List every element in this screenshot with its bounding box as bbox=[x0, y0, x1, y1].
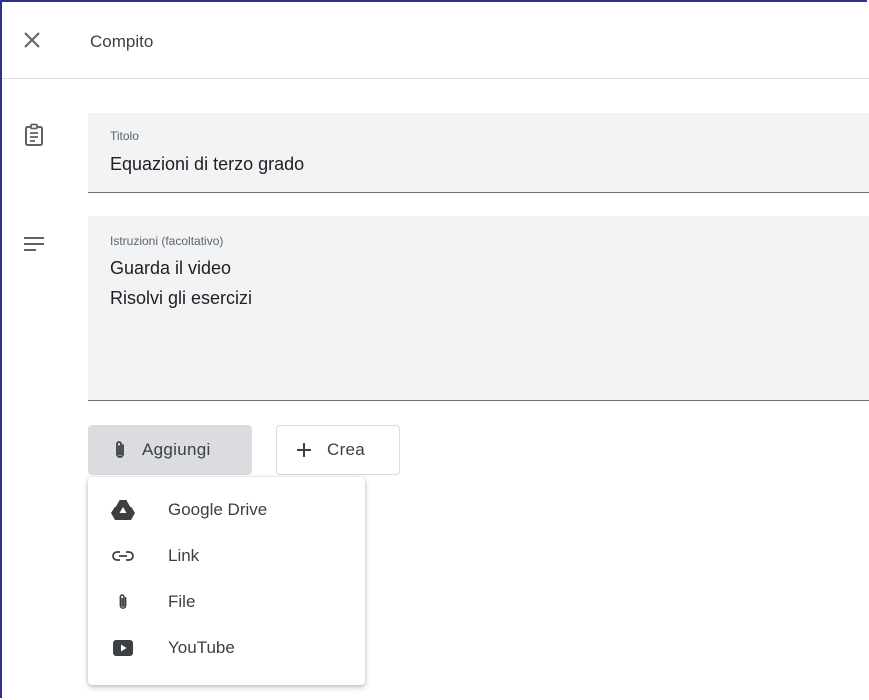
youtube-icon bbox=[110, 635, 136, 661]
menu-item-label: File bbox=[168, 592, 196, 611]
create-button[interactable]: Crea bbox=[276, 425, 400, 475]
add-attachment-button[interactable]: Aggiungi bbox=[88, 425, 252, 475]
notes-icon bbox=[24, 237, 44, 251]
instructions-field[interactable]: Istruzioni (facoltativo) Guarda il video… bbox=[88, 216, 869, 401]
title-field-label: Titolo bbox=[110, 129, 139, 143]
assignment-icon bbox=[25, 123, 43, 146]
add-menu: Google Drive Link File YouTube bbox=[88, 477, 365, 685]
paperclip-icon bbox=[116, 441, 124, 458]
title-field-value: Equazioni di terzo grado bbox=[110, 154, 305, 174]
menu-item-google-drive[interactable]: Google Drive bbox=[88, 488, 365, 532]
close-icon bbox=[24, 32, 40, 48]
plus-icon bbox=[297, 443, 311, 457]
title-field[interactable]: Titolo Equazioni di terzo grado bbox=[88, 113, 869, 193]
menu-item-label: Google Drive bbox=[168, 500, 268, 519]
instructions-field-label: Istruzioni (facoltativo) bbox=[110, 234, 224, 248]
menu-item-link[interactable]: Link bbox=[88, 534, 365, 578]
close-button[interactable] bbox=[18, 26, 46, 54]
menu-item-label: Link bbox=[168, 546, 200, 565]
create-label: Crea bbox=[327, 440, 366, 459]
menu-item-youtube[interactable]: YouTube bbox=[88, 626, 365, 670]
top-bar: Compito bbox=[2, 2, 869, 79]
paperclip-icon bbox=[110, 589, 136, 615]
add-attachment-label: Aggiungi bbox=[142, 440, 211, 459]
instructions-field-value: Guarda il video Risolvi gli esercizi bbox=[110, 258, 253, 308]
menu-item-label: YouTube bbox=[168, 638, 235, 657]
link-icon bbox=[110, 543, 136, 569]
menu-item-file[interactable]: File bbox=[88, 580, 365, 624]
page-title: Compito bbox=[90, 32, 154, 51]
google-drive-icon bbox=[110, 497, 136, 523]
